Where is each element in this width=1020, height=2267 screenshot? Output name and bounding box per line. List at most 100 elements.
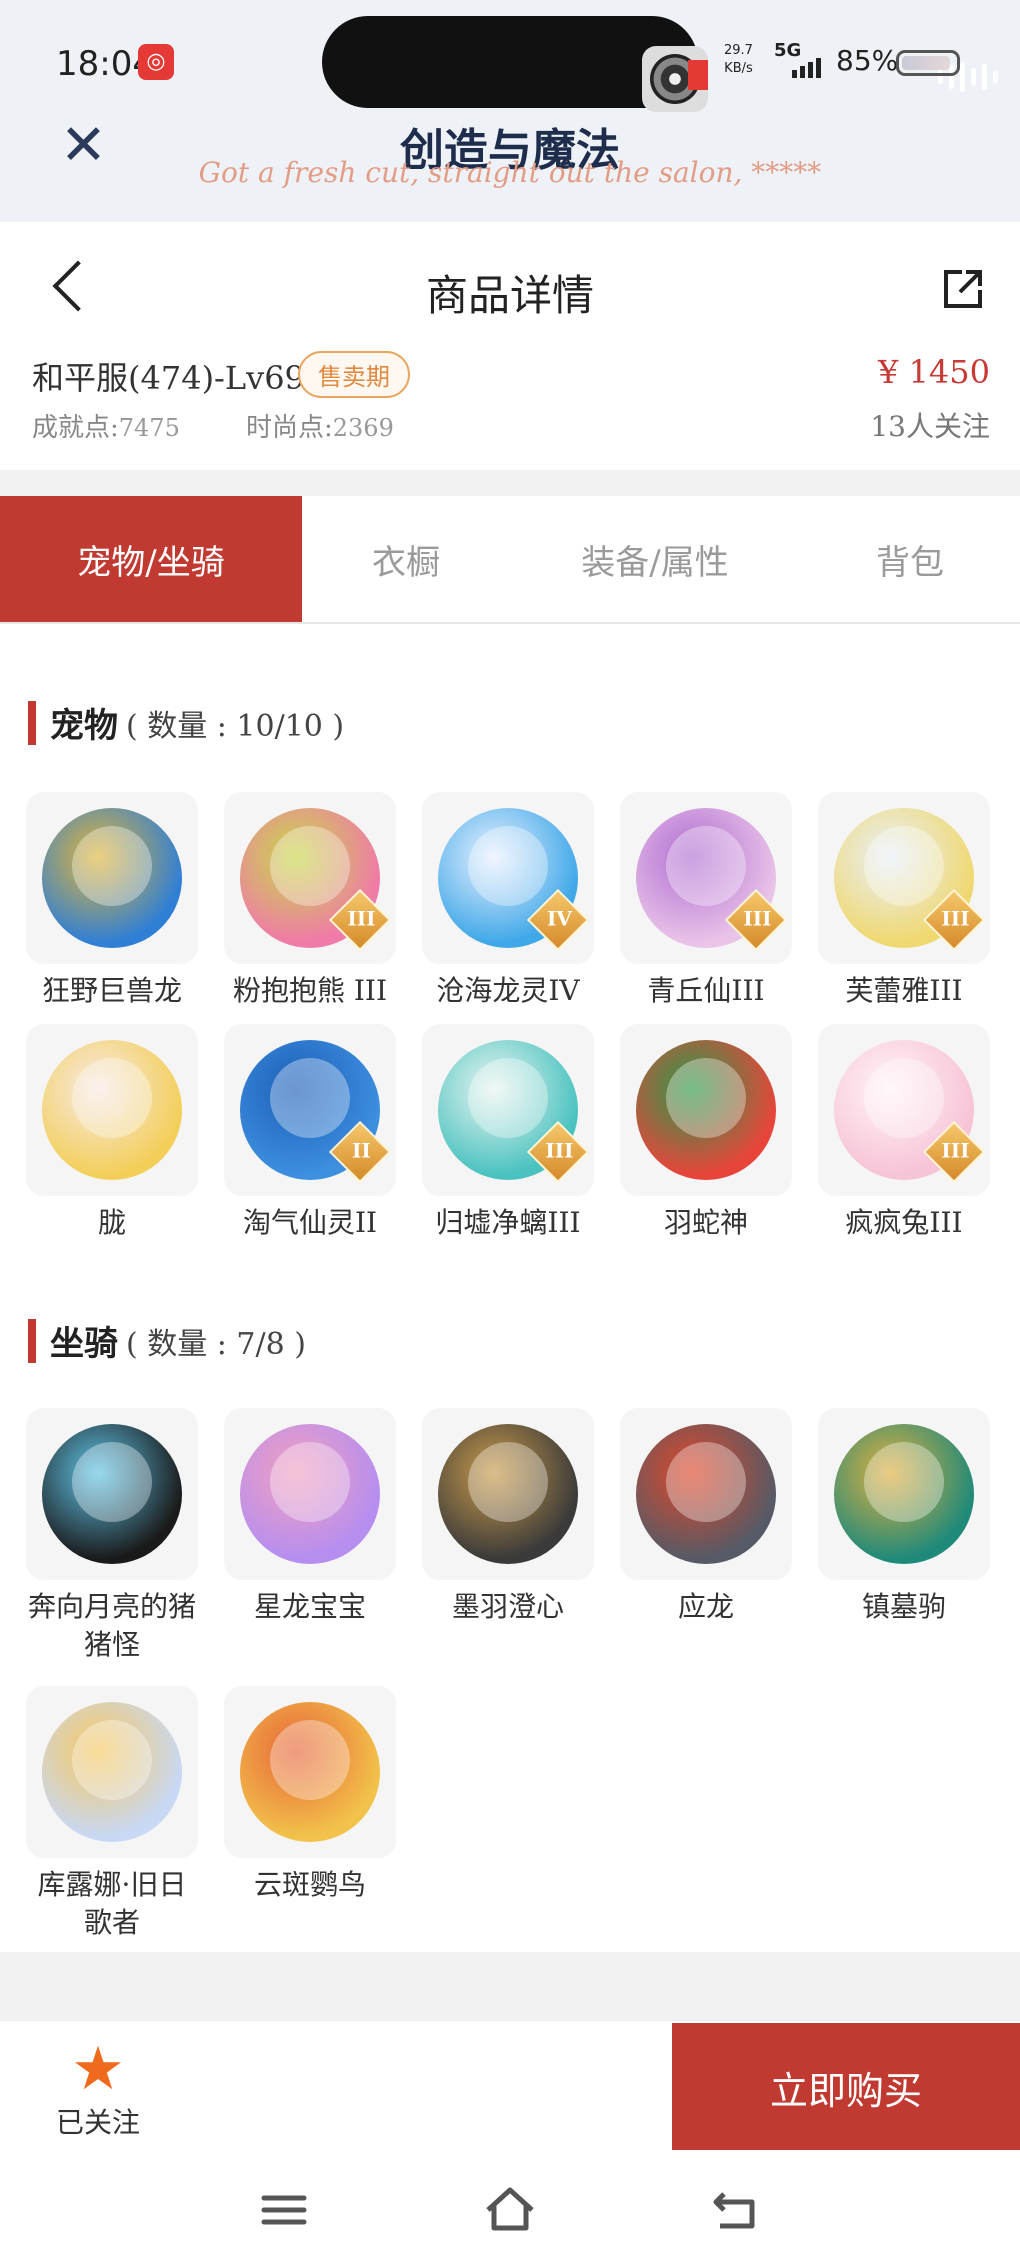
pets-card[interactable]: III 青丘仙III [620, 792, 792, 1010]
bottom-action-bar: ★ 已关注 立即购买 [0, 2020, 1020, 2151]
pets-title: 宠物 [50, 706, 118, 746]
music-app-icon: ◎ [138, 44, 174, 80]
mounts-name: 云斑鹦鸟 [253, 1868, 366, 1901]
tab-backpack[interactable]: 背包 [800, 496, 1020, 622]
pets-card[interactable]: 狂野巨兽龙 [26, 792, 198, 1010]
mounts-name: 奔向月亮的猪猪怪 [27, 1590, 196, 1661]
mounts-portrait-image [42, 1424, 182, 1564]
mounts-thumbnail [620, 1408, 792, 1580]
follow-label: 已关注 [55, 2106, 140, 2139]
pets-thumbnail [26, 792, 198, 964]
mounts-thumbnail [224, 1408, 396, 1580]
pets-card[interactable]: IV 沧海龙灵IV [422, 792, 594, 1010]
pets-card[interactable]: III 芙蕾雅III [818, 792, 990, 1010]
signal-icon: 5G [772, 40, 828, 80]
pets-thumbnail [26, 1024, 198, 1196]
dynamic-island[interactable] [322, 16, 998, 112]
battery-percent: 85% [836, 44, 899, 77]
mounts-portrait-image [834, 1424, 974, 1564]
mounts-portrait-image [240, 1424, 380, 1564]
pets-thumbnail: III [818, 792, 990, 964]
battery-icon [896, 50, 960, 76]
mounts-name: 星龙宝宝 [253, 1590, 366, 1623]
mounts-thumbnail [224, 1686, 396, 1858]
mounts-name: 库露娜·旧日歌者 [37, 1868, 187, 1939]
app-header-area: 18:04 ◎ 29.7 KB/s 5G 85% ✕ 创造与魔法 Got a f… [0, 0, 1020, 222]
server-level: 和平服(474)-Lv69 [32, 359, 305, 397]
pets-name: 青丘仙III [647, 974, 765, 1007]
pets-portrait-image [636, 1040, 776, 1180]
pets-card[interactable]: II 淘气仙灵II [224, 1024, 396, 1242]
buy-now-button[interactable]: 立即购买 [672, 2023, 1020, 2151]
tab-equipment-attributes[interactable]: 装备/属性 [510, 496, 800, 622]
music-album-icon [642, 46, 708, 112]
section-divider [0, 470, 1020, 496]
follow-button[interactable]: ★ 已关注 [40, 2037, 156, 2147]
product-info: 和平服(474)-Lv69 售卖期 ¥ 1450 成就点:7475 时尚点:23… [0, 345, 1020, 470]
mounts-card[interactable]: 墨羽澄心 [422, 1408, 594, 1664]
follower-count: 13人关注 [870, 410, 990, 443]
pets-thumbnail: III [422, 1024, 594, 1196]
mounts-grid: 奔向月亮的猪猪怪 星龙宝宝 墨羽澄心 应龙 镇墓驹库露娜·旧日歌者 云斑鹦鸟 [26, 1408, 998, 1942]
pets-thumbnail: III [818, 1024, 990, 1196]
fashion-points: 时尚点:2369 [246, 413, 394, 443]
home-icon[interactable] [480, 2180, 540, 2240]
pets-section-header: 宠物 ( 数量 : 10/10 ) [28, 698, 344, 747]
pets-name: 芙蕾雅III [845, 974, 963, 1007]
mounts-thumbnail [818, 1408, 990, 1580]
mounts-portrait-image [42, 1702, 182, 1842]
pets-card[interactable]: III 归墟净螭III [422, 1024, 594, 1242]
page-title: 商品详情 [425, 271, 594, 320]
pets-name: 胧 [97, 1206, 126, 1239]
pets-thumbnail: II [224, 1024, 396, 1196]
net-speed: 29.7 KB/s [724, 43, 753, 76]
pets-name: 狂野巨兽龙 [41, 974, 182, 1007]
menu-icon[interactable] [254, 2180, 314, 2240]
pets-thumbnail: III [224, 792, 396, 964]
section-accent-bar [28, 1318, 36, 1363]
pets-card[interactable]: 羽蛇神 [620, 1024, 792, 1242]
pets-thumbnail: IV [422, 792, 594, 964]
achievement-points: 成就点:7475 [32, 413, 180, 443]
pets-name: 沧海龙灵IV [436, 974, 580, 1007]
pets-card[interactable]: III 疯疯兔III [818, 1024, 990, 1242]
pets-thumbnail: III [620, 792, 792, 964]
star-icon: ★ [71, 2034, 125, 2104]
pets-portrait-image [42, 808, 182, 948]
mounts-name: 镇墓驹 [861, 1590, 946, 1623]
section-accent-bar [28, 700, 36, 745]
pets-name: 归墟净螭III [435, 1206, 581, 1239]
return-icon[interactable] [706, 2180, 766, 2240]
pets-portrait-image [42, 1040, 182, 1180]
navigation-bar: 商品详情 [0, 222, 1020, 352]
mounts-count: ( 数量 : 7/8 ) [126, 1326, 306, 1362]
mounts-name: 应龙 [677, 1590, 734, 1623]
pets-card[interactable]: 胧 [26, 1024, 198, 1242]
mounts-card[interactable]: 应龙 [620, 1408, 792, 1664]
mounts-portrait-image [636, 1424, 776, 1564]
pets-card[interactable]: III 粉抱抱熊 III [224, 792, 396, 1010]
share-icon[interactable] [940, 266, 986, 312]
mounts-card[interactable]: 库露娜·旧日歌者 [26, 1686, 198, 1942]
pets-grid: 狂野巨兽龙 III 粉抱抱熊 III IV 沧海龙灵IV III 青丘仙III III 芙蕾雅I… [26, 792, 998, 1242]
pets-name: 羽蛇神 [663, 1206, 748, 1239]
pets-thumbnail [620, 1024, 792, 1196]
pets-name: 淘气仙灵II [242, 1206, 378, 1239]
mounts-card[interactable]: 星龙宝宝 [224, 1408, 396, 1664]
mounts-thumbnail [26, 1408, 198, 1580]
mounts-portrait-image [240, 1702, 380, 1842]
mounts-portrait-image [438, 1424, 578, 1564]
price: ¥ 1450 [878, 353, 990, 391]
app-subtitle: Got a fresh cut, straight out the salon,… [198, 156, 822, 189]
mounts-name: 墨羽澄心 [451, 1590, 564, 1623]
mounts-title: 坐骑 [50, 1324, 118, 1364]
mounts-card[interactable]: 云斑鹦鸟 [224, 1686, 396, 1942]
pets-name: 疯疯兔III [845, 1206, 963, 1239]
mounts-card[interactable]: 奔向月亮的猪猪怪 [26, 1408, 198, 1664]
content-end-divider [0, 1952, 1020, 2020]
tab-wardrobe[interactable]: 衣橱 [302, 496, 510, 622]
mounts-card[interactable]: 镇墓驹 [818, 1408, 990, 1664]
pets-name: 粉抱抱熊 III [232, 974, 388, 1007]
mounts-thumbnail [26, 1686, 198, 1858]
tab-pets-mounts[interactable]: 宠物/坐骑 [0, 496, 302, 622]
